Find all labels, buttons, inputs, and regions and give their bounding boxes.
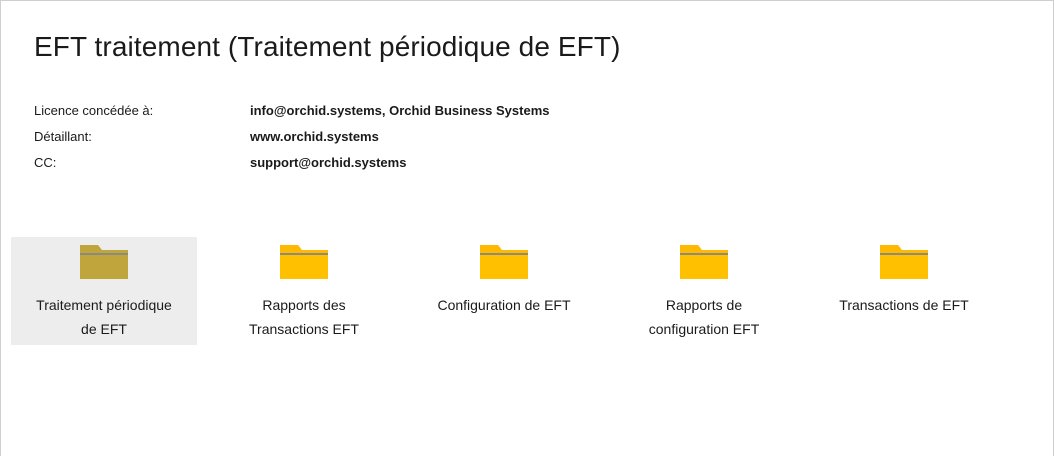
folder-configuration[interactable]: Configuration de EFT [411,237,597,345]
folder-rapports-transactions[interactable]: Rapports des Transactions EFT [211,237,397,345]
cc-value: support@orchid.systems [250,155,407,170]
license-row: Licence concédée à: info@orchid.systems,… [34,98,550,124]
retailer-row: Détaillant: www.orchid.systems [34,124,550,150]
folder-label: Transactions de EFT [839,297,969,313]
folder-rapports-configuration[interactable]: Rapports de configuration EFT [611,237,797,345]
folder-traitement-periodique[interactable]: Traitement périodique de EFT [11,237,197,345]
folder-icon [880,245,928,279]
folder-icon [680,245,728,279]
page-title: EFT traitement (Traitement périodique de… [34,31,621,62]
retailer-label: Détaillant: [34,129,92,144]
cc-label: CC: [34,155,57,170]
folder-icon [80,245,128,279]
folder-label: Configuration de EFT [437,297,571,313]
window: EFT traitement (Traitement périodique de… [0,0,1054,456]
folder-icon [280,245,328,279]
retailer-value: www.orchid.systems [250,129,379,144]
license-info: Licence concédée à: info@orchid.systems,… [34,98,550,176]
folder-label: Rapports de configuration EFT [648,297,760,337]
folder-label: Traitement périodique de EFT [36,297,172,337]
folder-label: Rapports des Transactions EFT [249,297,359,337]
folder-grid: Traitement périodique de EFT Rapports de… [11,237,997,345]
folder-icon [480,245,528,279]
cc-row: CC: support@orchid.systems [34,150,550,176]
license-value: info@orchid.systems, Orchid Business Sys… [250,103,550,118]
folder-transactions[interactable]: Transactions de EFT [811,237,997,345]
license-label: Licence concédée à: [34,103,154,118]
